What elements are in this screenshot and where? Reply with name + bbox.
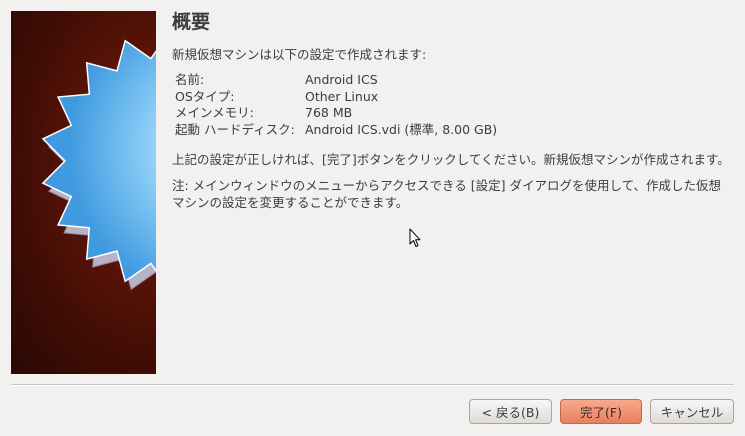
cancel-button[interactable]: キャンセル bbox=[650, 399, 734, 424]
summary-value: Android ICS.vdi (標準, 8.00 GB) bbox=[305, 121, 498, 137]
summary-value: Android ICS bbox=[305, 72, 378, 87]
summary-table: 名前: Android ICS OSタイプ: Other Linux メインメモ… bbox=[175, 72, 732, 138]
settings-note: 注: メインウィンドウのメニューからアクセスできる [設定] ダイアログを使用し… bbox=[172, 178, 722, 210]
summary-key: OSタイプ: bbox=[175, 88, 235, 104]
summary-row-memory: メインメモリ: 768 MB bbox=[175, 105, 732, 122]
button-separator bbox=[11, 384, 734, 386]
summary-value: 768 MB bbox=[305, 105, 353, 120]
confirm-instructions: 上記の設定が正しければ、[完了]ボタンをクリックしてください。新規仮想マシンが作… bbox=[172, 152, 730, 167]
summary-key: 名前: bbox=[175, 72, 205, 87]
summary-key: 起動 ハードディスク: bbox=[175, 121, 295, 137]
page-title: 概要 bbox=[172, 11, 211, 33]
virtualbox-star-icon bbox=[41, 39, 156, 291]
wizard-banner-image bbox=[11, 11, 156, 374]
summary-row-name: 名前: Android ICS bbox=[175, 72, 732, 89]
mouse-cursor-icon bbox=[409, 228, 421, 247]
summary-row-os-type: OSタイプ: Other Linux bbox=[175, 89, 732, 106]
back-button[interactable]: < 戻る(B) bbox=[469, 399, 552, 424]
summary-key: メインメモリ: bbox=[175, 105, 254, 120]
wizard-content: 概要 新規仮想マシンは以下の設定で作成されます: 名前: Android ICS… bbox=[172, 10, 732, 220]
intro-text: 新規仮想マシンは以下の設定で作成されます: bbox=[172, 47, 427, 62]
summary-value: Other Linux bbox=[305, 88, 379, 104]
summary-row-boot-disk: 起動 ハードディスク: Android ICS.vdi (標準, 8.00 GB… bbox=[175, 122, 732, 139]
finish-button[interactable]: 完了(F) bbox=[560, 399, 642, 424]
